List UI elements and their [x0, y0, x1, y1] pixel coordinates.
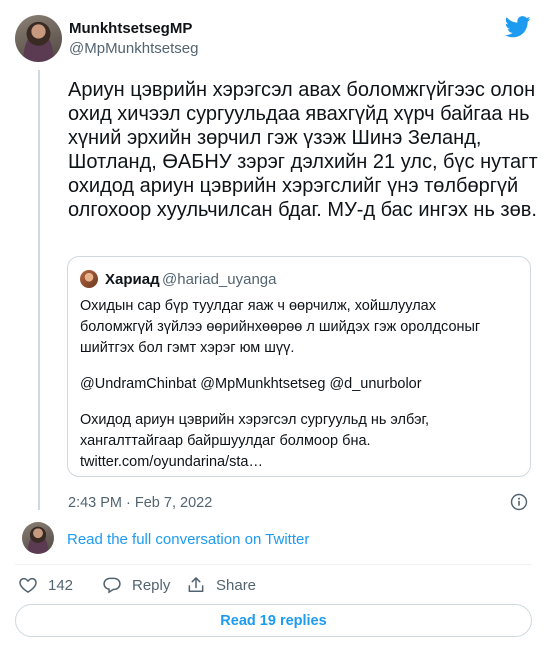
- quoted-author-avatar: [80, 270, 98, 288]
- author-display-name[interactable]: MunkhtsetsegMP: [69, 20, 192, 37]
- quoted-line: Охидын сар бүр туулдаг яаж ч өөрчилж, хо…: [80, 298, 437, 314]
- quoted-line: хангалттайгаар байршуулдаг болмоор бна.: [80, 433, 371, 449]
- quoted-link: twitter.com/oyundarina/sta…: [80, 454, 263, 470]
- author-handle[interactable]: @MpMunkhtsetseg: [69, 40, 198, 57]
- quoted-mentions: @UndramChinbat @MpMunkhtsetseg @d_unurbo…: [80, 376, 422, 392]
- info-icon[interactable]: [510, 493, 528, 511]
- heart-icon: [19, 577, 37, 593]
- thread-line: [38, 70, 40, 510]
- tweet-timestamp[interactable]: 2:43 PM · Feb 7, 2022: [68, 495, 212, 511]
- quoted-line: Охидод ариун цэврийн хэрэгсэл сургуульд …: [80, 412, 430, 428]
- share-icon: [188, 577, 204, 592]
- like-button[interactable]: 142: [18, 573, 73, 597]
- author-avatar[interactable]: [15, 15, 62, 62]
- quoted-line-gap: [80, 395, 520, 410]
- quoted-tweet-text: Охидын сар бүр туулдаг яаж ч өөрчилж, хо…: [80, 296, 520, 473]
- share-button[interactable]: Share: [186, 573, 256, 597]
- quoted-author-handle: @hariad_uyanga: [162, 271, 277, 288]
- conversation-avatar[interactable]: [22, 522, 54, 554]
- quoted-line: боломжгүй зүйлээ өөрийнхөөрөө л шийдэх г…: [80, 319, 481, 335]
- reply-label: Reply: [132, 576, 171, 594]
- embedded-tweet-card: MunkhtsetsegMP @MpMunkhtsetseg Ариун цэв…: [0, 0, 547, 651]
- quoted-line-gap: [80, 359, 520, 374]
- quoted-author-display-name: Хариад: [105, 271, 160, 288]
- quoted-line: шийтгэх бол гэмт хэрэг юм шүү.: [80, 340, 295, 356]
- quoted-tweet[interactable]: Хариад @hariad_uyanga Охидын сар бүр туу…: [67, 256, 531, 477]
- read-replies-button[interactable]: Read 19 replies: [15, 604, 532, 637]
- reply-button[interactable]: Reply: [102, 573, 170, 597]
- twitter-bird-icon[interactable]: [505, 16, 531, 38]
- tweet-text: Ариун цэврийн хэрэгсэл авах боломжгүйгээ…: [68, 79, 538, 221]
- read-full-conversation-link[interactable]: Read the full conversation on Twitter: [67, 531, 309, 548]
- share-label: Share: [216, 576, 257, 594]
- reply-icon: [103, 577, 121, 594]
- divider: [15, 564, 532, 565]
- like-count: 142: [48, 576, 74, 594]
